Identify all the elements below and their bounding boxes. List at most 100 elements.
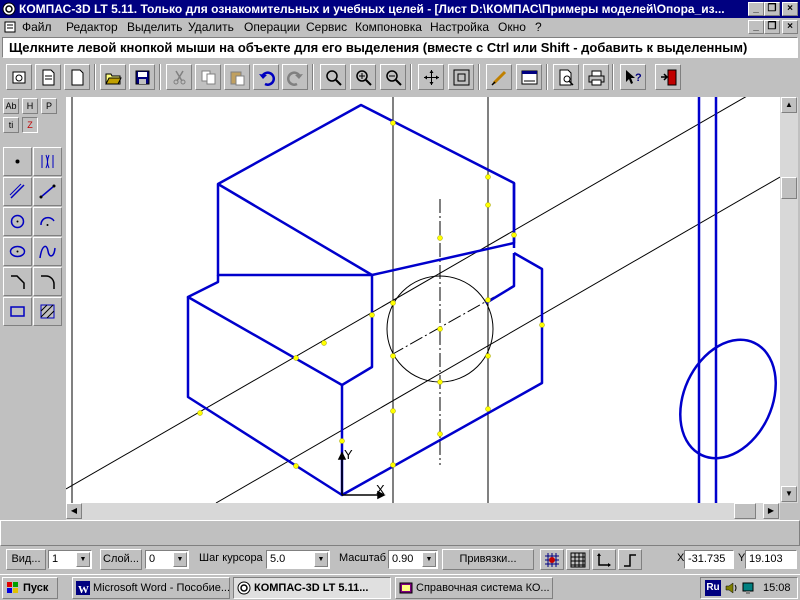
copy-button[interactable] [195,64,221,90]
volume-icon[interactable] [725,581,739,595]
task-help-system[interactable]: Справочная система КО... [395,577,553,599]
task-word[interactable]: W Microsoft Word - Пособие... [72,577,230,599]
segment-tool-button[interactable] [3,177,32,206]
scroll-right-button[interactable]: ▶ [763,503,779,519]
rectangle-tool-button[interactable] [3,297,32,326]
doc-minimize-button[interactable]: _ [748,20,764,34]
aux-line-tool-button[interactable] [33,147,62,176]
undo-button[interactable] [253,64,279,90]
context-help-button[interactable]: ? [620,64,646,90]
fit-all-icon [453,69,470,86]
scroll-left-button[interactable]: ◀ [66,503,82,519]
chevron-down-icon[interactable]: ▼ [173,552,187,567]
redo-button[interactable] [282,64,308,90]
menu-operations[interactable]: Операции [244,18,300,36]
chevron-down-icon[interactable]: ▼ [76,552,90,567]
ellipse-tool-button[interactable] [3,237,32,266]
chamfer-tool-button[interactable] [3,267,32,296]
doc-restore-button[interactable]: ❐ [764,20,780,34]
snap-point [485,202,491,208]
tab-annotations[interactable]: Ab [3,98,19,114]
view-select[interactable]: 1 ▼ [48,550,92,569]
minimize-button[interactable]: _ [748,2,764,16]
horizontal-scroll-thumb[interactable] [734,503,756,519]
chevron-down-icon[interactable]: ▼ [314,552,328,567]
fit-all-button[interactable] [448,64,474,90]
doc-close-button[interactable]: × [782,20,798,34]
segment-by-points-button[interactable] [33,177,62,206]
arc-tool-button[interactable] [33,207,62,236]
task-kompas[interactable]: КОМПАС-3D LT 5.11... [233,577,391,599]
network-icon[interactable] [741,581,755,595]
snap-point [339,438,345,444]
view-button[interactable]: Вид... [6,549,46,570]
zoom-button[interactable] [320,64,346,90]
grid-button[interactable] [566,549,590,570]
scroll-corner [780,503,798,520]
aux-lines-icon [41,154,54,169]
menu-select[interactable]: Выделить [127,18,182,36]
tab-parametric[interactable]: P [41,98,57,114]
scroll-up-button[interactable]: ▲ [781,97,797,113]
layer-button[interactable]: Слой... [100,549,142,570]
vertical-scrollbar[interactable]: ▲ ▼ [780,97,798,503]
model-edge [217,182,373,277]
menu-settings[interactable]: Настройка [430,18,489,36]
fillet-tool-button[interactable] [33,267,62,296]
close-button[interactable]: × [782,2,798,16]
hint-bar: Щелкните левой кнопкой мыши на объекте д… [2,37,798,58]
layer-select[interactable]: 0 ▼ [145,550,189,569]
refresh-button[interactable] [486,64,512,90]
pan-button[interactable] [418,64,444,90]
scroll-down-button[interactable]: ▼ [781,486,797,502]
scale-select[interactable]: 0.90 ▼ [388,550,438,569]
paste-button[interactable] [224,64,250,90]
snap-point [390,353,396,359]
local-cs-button[interactable] [592,549,616,570]
start-button[interactable]: Пуск [2,577,58,599]
print-button[interactable] [583,64,609,90]
zoom-in-button[interactable] [350,64,376,90]
menu-window[interactable]: Окно [498,18,526,36]
chevron-down-icon[interactable]: ▼ [422,552,436,567]
new-blank-button[interactable] [64,64,90,90]
curve-tool-button[interactable] [33,237,62,266]
hatch-tool-button[interactable] [33,297,62,326]
new-3d-button[interactable] [6,64,32,90]
kompas-app-icon[interactable] [2,2,16,16]
ortho-button[interactable] [618,549,642,570]
properties-button[interactable] [516,64,542,90]
cut-button[interactable] [166,64,192,90]
snaps-label: Привязки [459,553,508,565]
restore-button[interactable]: ❐ [764,2,780,16]
horizontal-scrollbar[interactable]: ◀ ▶ [66,503,780,520]
current-state-bar: Вид... 1 ▼ Слой... 0 ▼ Шаг курсора 5.0 ▼… [0,546,800,574]
tab-dimensions[interactable]: H [22,98,38,114]
cursor-step-select[interactable]: 5.0 ▼ [266,550,330,569]
menu-help[interactable]: ? [535,18,542,36]
compact-tool-panel: Ab H P ti Z [0,95,66,520]
new-document-button[interactable] [35,64,61,90]
tab-edit[interactable]: ti [3,117,19,133]
tab-geometry[interactable]: Z [22,117,38,133]
drawing-canvas[interactable]: Y X [66,97,780,503]
open-button[interactable] [100,64,126,90]
menu-service[interactable]: Сервис [306,18,347,36]
exit-button[interactable] [655,64,681,90]
point-tool-button[interactable] [3,147,32,176]
snap-grid-icon [545,553,559,567]
menu-delete[interactable]: Удалить [188,18,234,36]
circle-tool-button[interactable] [3,207,32,236]
language-indicator[interactable]: Ru [705,580,721,596]
zoom-out-button[interactable] [380,64,406,90]
document-icon[interactable] [4,21,16,33]
menu-editor[interactable]: Редактор [66,18,118,36]
save-button[interactable] [129,64,155,90]
snap-settings-button[interactable] [540,549,564,570]
snaps-button[interactable]: Привязки... [442,549,534,570]
preview-button[interactable] [553,64,579,90]
drawing-svg[interactable]: Y X [66,97,780,503]
vertical-scroll-thumb[interactable] [781,177,797,199]
menu-file[interactable]: Файл [22,18,52,36]
menu-layout[interactable]: Компоновка [355,18,422,36]
